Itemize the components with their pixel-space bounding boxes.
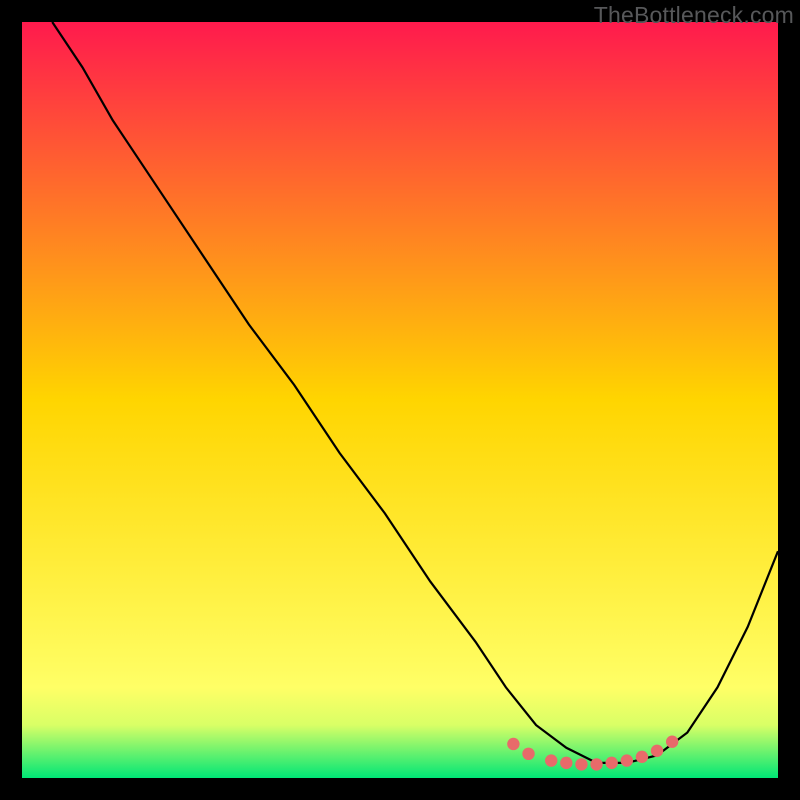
marker-dot bbox=[522, 748, 534, 760]
gradient-background bbox=[22, 22, 778, 778]
chart-svg bbox=[22, 22, 778, 778]
marker-dot bbox=[545, 754, 557, 766]
marker-dot bbox=[605, 757, 617, 769]
marker-dot bbox=[636, 751, 648, 763]
watermark-text: TheBottleneck.com bbox=[594, 2, 794, 29]
chart-frame: TheBottleneck.com bbox=[0, 0, 800, 800]
marker-dot bbox=[621, 754, 633, 766]
marker-dot bbox=[666, 736, 678, 748]
marker-dot bbox=[507, 738, 519, 750]
marker-dot bbox=[651, 745, 663, 757]
marker-dot bbox=[560, 757, 572, 769]
plot-area bbox=[22, 22, 778, 778]
marker-dot bbox=[590, 758, 602, 770]
marker-dot bbox=[575, 758, 587, 770]
